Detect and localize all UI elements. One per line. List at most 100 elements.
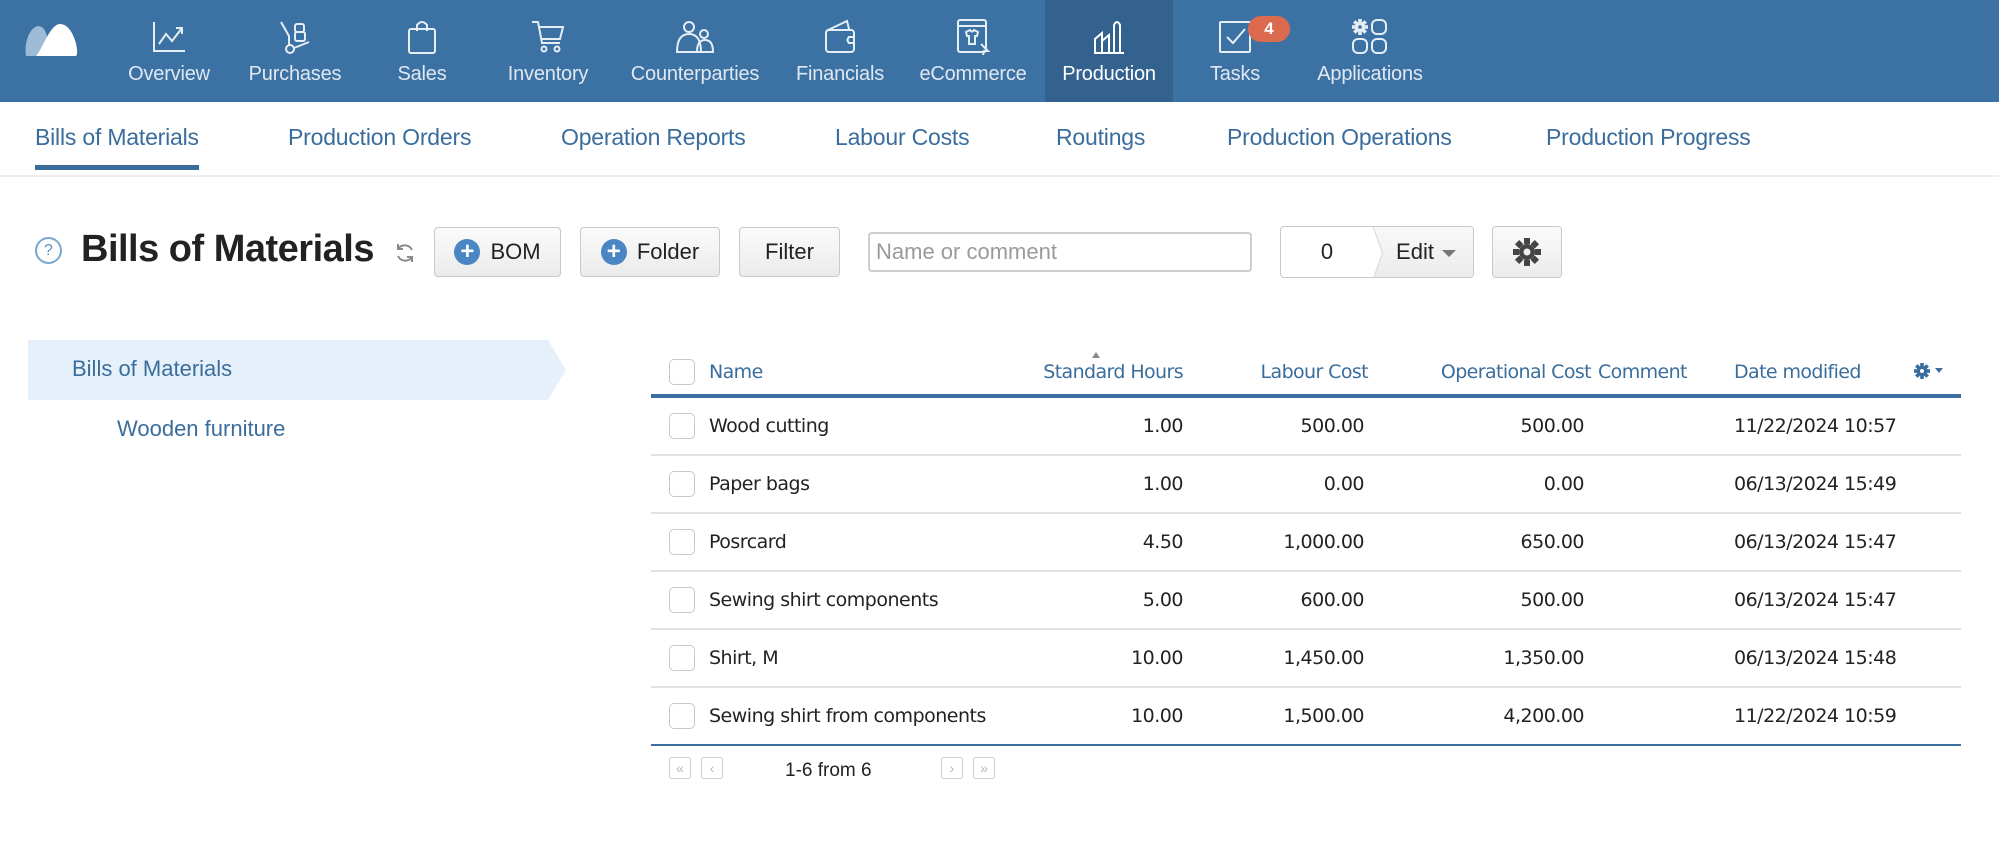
- column-settings-icon[interactable]: [1913, 362, 1953, 380]
- cell-standard-hours: 10.00: [1131, 647, 1183, 669]
- nav-item-production[interactable]: Production: [1045, 0, 1173, 102]
- sort-ascending-icon: [1092, 352, 1100, 358]
- select-all-checkbox[interactable]: [669, 359, 695, 385]
- nav-item-overview[interactable]: Overview: [118, 0, 220, 102]
- next-page-button[interactable]: ›: [941, 757, 963, 779]
- hand-truck-icon: [277, 17, 313, 57]
- prev-page-button[interactable]: ‹: [701, 757, 723, 779]
- factory-icon: [1092, 17, 1126, 57]
- top-navigation-bar: Overview Purchases Sales Inventory Count…: [0, 0, 1999, 102]
- column-header-standard-hours[interactable]: Standard Hours: [1023, 361, 1183, 383]
- page-title: Bills of Materials: [81, 228, 374, 270]
- cell-date-modified: 06/13/2024 15:47: [1734, 531, 1897, 553]
- sub-navigation-tabs: Bills of Materials Production Orders Ope…: [0, 102, 1999, 177]
- edit-label: Edit: [1396, 239, 1434, 264]
- add-bom-label: BOM: [490, 239, 541, 264]
- pagination: « ‹ 1-6 from 6 › »: [651, 752, 1151, 792]
- search-input[interactable]: [868, 232, 1252, 272]
- row-checkbox[interactable]: [669, 703, 695, 729]
- nav-item-applications[interactable]: Applications: [1310, 0, 1430, 102]
- filter-label: Filter: [765, 239, 814, 264]
- cell-name: Posrcard: [709, 531, 787, 553]
- shopping-bag-icon: [406, 17, 438, 57]
- cell-date-modified: 11/22/2024 10:57: [1734, 415, 1897, 437]
- row-checkbox[interactable]: [669, 587, 695, 613]
- cart-icon: [530, 17, 566, 57]
- plus-circle-icon: +: [454, 239, 481, 265]
- table-row[interactable]: Wood cutting 1.00 500.00 500.00 11/22/20…: [651, 398, 1961, 456]
- chevron-down-icon: [1441, 250, 1456, 257]
- pagination-summary: 1-6 from 6: [785, 760, 872, 781]
- bom-table: Name Standard Hours Labour Cost Operatio…: [651, 340, 1961, 746]
- last-page-button[interactable]: »: [973, 757, 995, 779]
- tab-bills-of-materials[interactable]: Bills of Materials: [35, 124, 199, 170]
- cell-operational-cost: 500.00: [1520, 589, 1585, 611]
- column-header-date-modified[interactable]: Date modified: [1734, 361, 1861, 383]
- nav-item-counterparties[interactable]: Counterparties: [622, 0, 768, 102]
- cell-labour-cost: 1,450.00: [1283, 647, 1364, 669]
- cell-labour-cost: 600.00: [1300, 589, 1365, 611]
- add-bom-button[interactable]: + BOM: [434, 227, 561, 277]
- row-checkbox[interactable]: [669, 413, 695, 439]
- refresh-icon[interactable]: [393, 241, 417, 265]
- tab-production-operations[interactable]: Production Operations: [1227, 124, 1452, 151]
- column-header-operational-cost[interactable]: Operational Cost: [1391, 361, 1592, 383]
- cell-date-modified: 06/13/2024 15:49: [1734, 473, 1897, 495]
- cell-name: Wood cutting: [709, 415, 829, 437]
- cell-date-modified: 11/22/2024 10:59: [1734, 705, 1897, 727]
- table-body: Wood cutting 1.00 500.00 500.00 11/22/20…: [651, 398, 1961, 746]
- column-header-comment[interactable]: Comment: [1598, 361, 1687, 383]
- cell-date-modified: 06/13/2024 15:48: [1734, 647, 1897, 669]
- add-folder-button[interactable]: + Folder: [580, 227, 720, 277]
- edit-dropdown-button[interactable]: Edit: [1373, 227, 1473, 277]
- cell-name: Sewing shirt components: [709, 589, 939, 611]
- cell-labour-cost: 1,000.00: [1283, 531, 1364, 553]
- help-icon[interactable]: ?: [35, 237, 62, 264]
- cell-date-modified: 06/13/2024 15:47: [1734, 589, 1897, 611]
- table-header: Name Standard Hours Labour Cost Operatio…: [651, 340, 1961, 398]
- cell-name: Shirt, M: [709, 647, 779, 669]
- selected-count: 0: [1281, 227, 1383, 277]
- gear-icon: [1513, 238, 1541, 266]
- filter-button[interactable]: Filter: [739, 227, 840, 277]
- add-folder-label: Folder: [636, 239, 700, 264]
- tree-item-label: Bills of Materials: [72, 356, 233, 381]
- tab-routings[interactable]: Routings: [1056, 124, 1145, 151]
- apps-grid-icon: [1350, 17, 1390, 57]
- tree-item-bills-of-materials[interactable]: Bills of Materials: [28, 340, 566, 400]
- table-row[interactable]: Sewing shirt from components 10.00 1,500…: [651, 688, 1961, 746]
- selection-edit-group: 0 Edit: [1280, 226, 1474, 278]
- plus-circle-icon: +: [600, 239, 627, 265]
- column-header-labour-cost[interactable]: Labour Cost: [1211, 361, 1369, 383]
- first-page-button[interactable]: «: [669, 757, 691, 779]
- nav-item-ecommerce[interactable]: eCommerce: [912, 0, 1034, 102]
- nav-item-inventory[interactable]: Inventory: [498, 0, 598, 102]
- people-icon: [675, 17, 715, 57]
- table-row[interactable]: Posrcard 4.50 1,000.00 650.00 06/13/2024…: [651, 514, 1961, 572]
- settings-button[interactable]: [1492, 226, 1562, 278]
- table-row[interactable]: Paper bags 1.00 0.00 0.00 06/13/2024 15:…: [651, 456, 1961, 514]
- cell-name: Sewing shirt from components: [709, 705, 986, 727]
- row-checkbox[interactable]: [669, 471, 695, 497]
- tab-production-orders[interactable]: Production Orders: [288, 124, 471, 151]
- nav-item-purchases[interactable]: Purchases: [240, 0, 350, 102]
- nav-item-sales[interactable]: Sales: [376, 0, 468, 102]
- cell-operational-cost: 1,350.00: [1503, 647, 1584, 669]
- table-row[interactable]: Shirt, M 10.00 1,450.00 1,350.00 06/13/2…: [651, 630, 1961, 688]
- logo-icon[interactable]: [24, 22, 80, 72]
- chart-line-icon: [151, 17, 187, 57]
- column-header-name[interactable]: Name: [709, 361, 763, 383]
- cell-labour-cost: 0.00: [1323, 473, 1365, 495]
- row-checkbox[interactable]: [669, 529, 695, 555]
- tab-production-progress[interactable]: Production Progress: [1546, 124, 1751, 151]
- tab-operation-reports[interactable]: Operation Reports: [561, 124, 746, 151]
- nav-item-financials[interactable]: Financials: [790, 0, 890, 102]
- cell-operational-cost: 650.00: [1520, 531, 1585, 553]
- storefront-icon: [955, 17, 991, 57]
- tree-item-wooden-furniture[interactable]: Wooden furniture: [117, 416, 285, 442]
- table-row[interactable]: Sewing shirt components 5.00 600.00 500.…: [651, 572, 1961, 630]
- cell-operational-cost: 0.00: [1543, 473, 1585, 495]
- cell-standard-hours: 10.00: [1131, 705, 1183, 727]
- tab-labour-costs[interactable]: Labour Costs: [835, 124, 970, 151]
- row-checkbox[interactable]: [669, 645, 695, 671]
